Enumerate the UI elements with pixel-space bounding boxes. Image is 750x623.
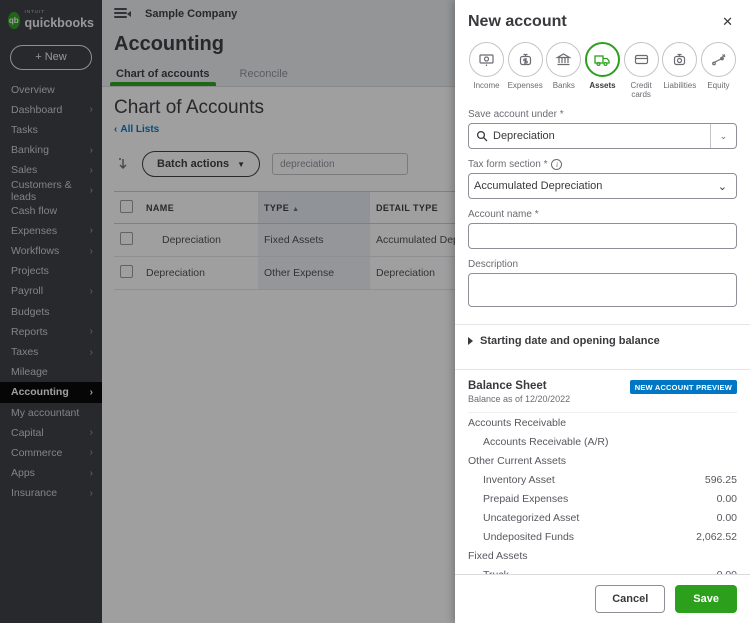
list-item: Accounts Receivable [468, 416, 567, 429]
new-account-modal: New account ✕ Income Expenses Banks Asse… [455, 0, 750, 623]
account-name-input[interactable] [468, 223, 737, 250]
list-item: Undeposited Funds 2,062.52 [483, 530, 737, 543]
account-name-label: Account name * [468, 209, 539, 221]
assets-icon [584, 42, 620, 77]
cancel-button[interactable]: Cancel [595, 585, 666, 613]
description-input[interactable] [468, 273, 737, 308]
preview-header: Balance Sheet Balance as of 12/20/2022 N… [468, 370, 737, 404]
account-type-picker: Income Expenses Banks Assets Credit card… [468, 42, 737, 99]
liabilities-icon [662, 42, 698, 77]
new-account-preview-badge: NEW ACCOUNT PREVIEW [629, 380, 737, 395]
list-item: Fixed Assets [468, 549, 528, 562]
preview-title: Balance Sheet [468, 380, 547, 393]
triangle-right-icon [468, 337, 473, 346]
search-icon [476, 131, 488, 142]
tax-form-label: Tax form section * [468, 159, 548, 171]
credit-card-icon [623, 42, 659, 77]
list-item: Inventory Asset 596.25 [483, 473, 737, 486]
save-under-combobox[interactable]: Depreciation ⌄ [468, 123, 737, 150]
account-type-equity[interactable]: Equity [700, 42, 737, 99]
income-icon [469, 42, 504, 77]
description-label: Description [468, 259, 519, 271]
list-item: Uncategorized Asset 0.00 [483, 511, 737, 524]
expenses-icon [507, 42, 543, 77]
list-item: Truck0.00 [468, 565, 737, 574]
preview-subtitle: Balance as of 12/20/2022 [468, 394, 571, 405]
equity-icon [700, 42, 736, 77]
tax-form-select[interactable]: Accumulated Depreciation ⌄ [468, 173, 737, 200]
balance-preview-list: Accounts Receivable Accounts Receivable … [468, 412, 737, 574]
account-type-expenses[interactable]: Expenses [507, 42, 544, 99]
save-under-value: Depreciation [493, 130, 555, 143]
list-item: Other Current Assets [468, 454, 567, 467]
account-type-liabilities[interactable]: Liabilities [661, 42, 698, 99]
starting-date-toggle[interactable]: Starting date and opening balance [468, 325, 737, 357]
account-type-income[interactable]: Income [468, 42, 505, 99]
save-under-label: Save account under * [468, 109, 564, 121]
banks-icon [546, 42, 582, 77]
app-window: qb INTUIT quickbooks + New Overview Dash… [0, 0, 750, 623]
chevron-down-icon[interactable]: ⌄ [710, 124, 736, 149]
tax-form-value: Accumulated Depreciation [474, 180, 603, 193]
account-type-banks[interactable]: Banks [545, 42, 582, 99]
chevron-down-icon: ⌄ [717, 180, 727, 193]
list-item: Accounts Receivable (A/R) [483, 435, 609, 448]
list-item: Prepaid Expenses 0.00 [483, 492, 737, 505]
close-icon[interactable]: ✕ [718, 12, 737, 32]
modal-title: New account [468, 13, 567, 30]
save-button[interactable]: Save [675, 585, 737, 613]
account-type-credit-cards[interactable]: Credit cards [623, 42, 660, 99]
account-type-assets[interactable]: Assets [584, 42, 621, 99]
info-icon[interactable]: i [551, 159, 563, 171]
modal-footer: Cancel Save [455, 574, 750, 623]
